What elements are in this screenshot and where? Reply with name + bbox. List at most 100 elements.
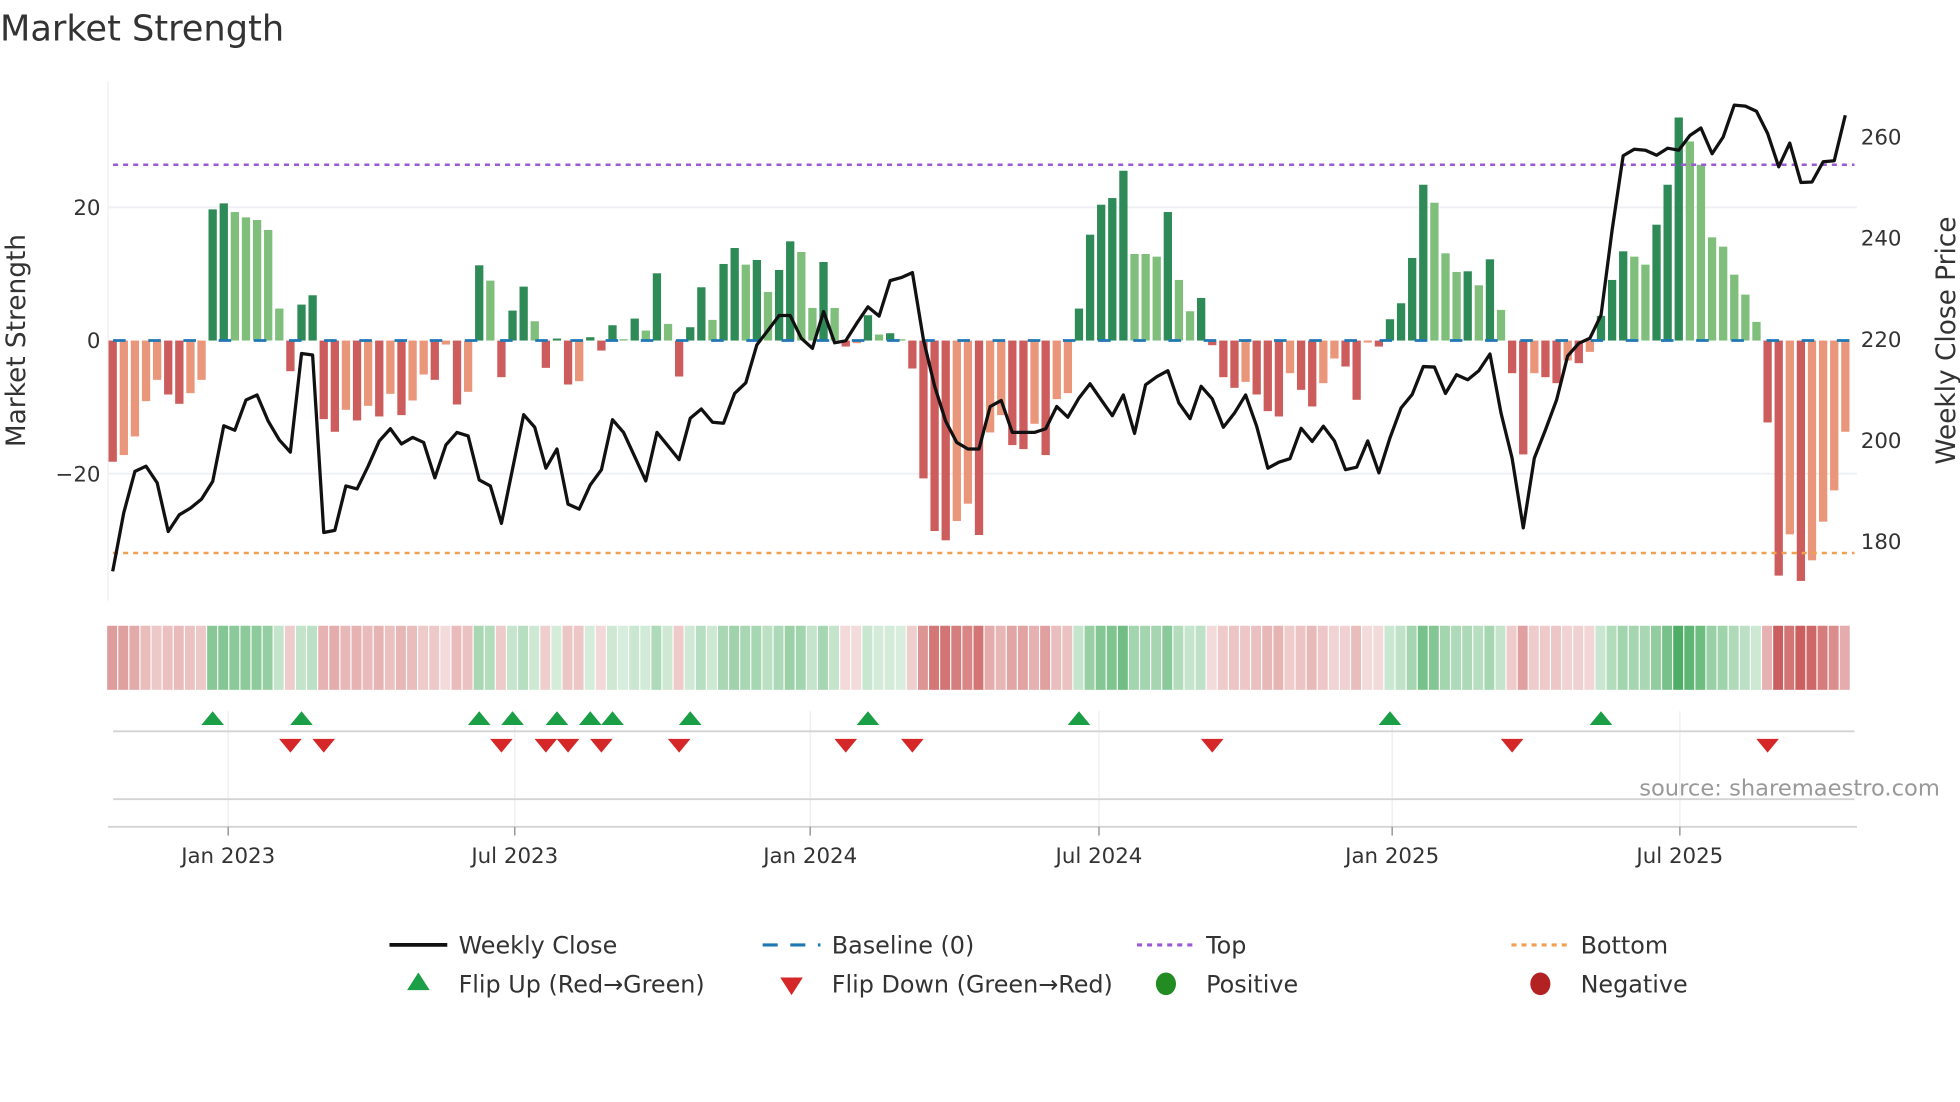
strip-cell: [1295, 625, 1306, 690]
strip-cell: [151, 625, 162, 690]
x-axis-ticks: Jan 2023 Jul 2023 Jan 2024 Jul 2024 Jan 2025…: [179, 826, 1723, 869]
strip-cell: [1617, 625, 1628, 690]
strip-cell: [718, 625, 728, 690]
strength-bar: [619, 339, 628, 341]
strength-bar: [108, 340, 117, 462]
strength-bar: [419, 340, 428, 375]
strength-bar: [697, 287, 706, 341]
strip-cell: [340, 625, 351, 690]
strength-bar: [719, 263, 728, 341]
strength-bar: [1352, 340, 1361, 400]
strip-cell: [951, 625, 962, 690]
strip-cell: [1306, 625, 1317, 690]
strip-cell: [1806, 625, 1817, 690]
strength-bar: [786, 241, 795, 341]
strength-bar: [1319, 340, 1328, 384]
strip-cell: [229, 625, 240, 690]
strip-cell: [1351, 625, 1362, 690]
strip-cell: [1539, 625, 1550, 690]
strip-cell: [895, 625, 906, 690]
strip-cell: [1284, 625, 1295, 690]
strip-cell: [606, 625, 617, 690]
x-tick-label: Jul 2024: [1054, 844, 1143, 869]
flip-up-marker: [290, 711, 313, 726]
strip-cell: [829, 625, 840, 690]
strip-cell: [995, 625, 1006, 690]
strength-bar: [1108, 198, 1117, 341]
strength-bar: [1252, 340, 1261, 395]
strip-cell: [1750, 625, 1761, 690]
strip-cell: [173, 625, 184, 690]
right-axis-ticks: 180 200 220 240 260: [1861, 126, 1902, 556]
chart-title: Market Strength: [0, 8, 284, 49]
strip-cell: [207, 625, 218, 690]
strength-bar: [530, 321, 539, 341]
strength-heat-strip: [107, 625, 1850, 690]
strip-cell: [673, 625, 684, 690]
strip-cell: [562, 625, 573, 690]
flip-down-marker: [1756, 738, 1779, 753]
strip-cell: [851, 625, 862, 690]
strength-bar: [774, 269, 784, 341]
strength-bar: [1707, 237, 1717, 341]
legend-label: Negative: [1581, 971, 1688, 999]
strip-cell: [595, 625, 606, 690]
strength-bar: [441, 340, 451, 345]
strength-bar: [463, 340, 473, 392]
strip-cell: [1728, 625, 1739, 690]
strip-cell: [329, 625, 340, 690]
strength-bar: [130, 340, 140, 437]
strength-bar: [1741, 294, 1750, 341]
strip-cell: [884, 625, 895, 690]
strength-bar: [275, 308, 284, 341]
strength-bar: [1796, 340, 1806, 581]
strip-cell: [1184, 625, 1195, 690]
legend-label: Flip Up (Red→Green): [459, 971, 705, 999]
strip-cell: [1117, 625, 1128, 690]
strip-cell: [273, 625, 284, 690]
strip-cell: [384, 625, 395, 690]
strength-bar: [1197, 297, 1206, 341]
strip-cell: [251, 625, 262, 690]
strip-cell: [1151, 625, 1162, 690]
strip-cell: [1784, 625, 1795, 690]
strength-bar: [963, 340, 973, 504]
flip-down-marker: [590, 738, 613, 753]
strip-cell: [1406, 625, 1417, 690]
strength-bar: [452, 340, 462, 405]
strength-bar: [652, 273, 662, 341]
strength-bar: [541, 340, 551, 368]
strip-cell: [1251, 625, 1262, 690]
triangle-up-icon: [407, 972, 430, 991]
strip-cell: [1606, 625, 1617, 690]
strength-bar: [1830, 340, 1839, 491]
flip-down-marker: [1500, 738, 1524, 753]
strip-cell: [218, 625, 229, 690]
flip-up-marker: [201, 711, 224, 726]
strip-cell: [1584, 625, 1595, 690]
strength-bar: [1074, 308, 1084, 341]
flip-down-marker: [312, 738, 336, 753]
right-axis-label: Weekly Close Price: [1932, 216, 1960, 464]
strip-cell: [495, 625, 506, 690]
strip-cell: [507, 625, 517, 690]
strength-bar: [608, 325, 617, 341]
strength-bar: [486, 280, 495, 341]
strip-cell: [917, 625, 928, 690]
strength-bar: [908, 340, 917, 369]
strip-cell: [1173, 625, 1184, 690]
strength-bar: [208, 209, 217, 341]
strip-cell: [529, 625, 540, 690]
strip-cell: [1384, 625, 1395, 690]
strength-bar: [475, 265, 484, 341]
strip-cell: [462, 625, 473, 690]
strip-cell: [1673, 625, 1684, 690]
strength-bar: [586, 337, 595, 341]
strength-bar: [152, 340, 162, 380]
strength-bar: [1308, 340, 1317, 407]
strength-bar: [1519, 340, 1528, 455]
strip-cell: [873, 625, 884, 690]
strength-bar: [1763, 340, 1772, 423]
strip-cell: [618, 625, 629, 690]
strip-cell: [1073, 625, 1084, 690]
